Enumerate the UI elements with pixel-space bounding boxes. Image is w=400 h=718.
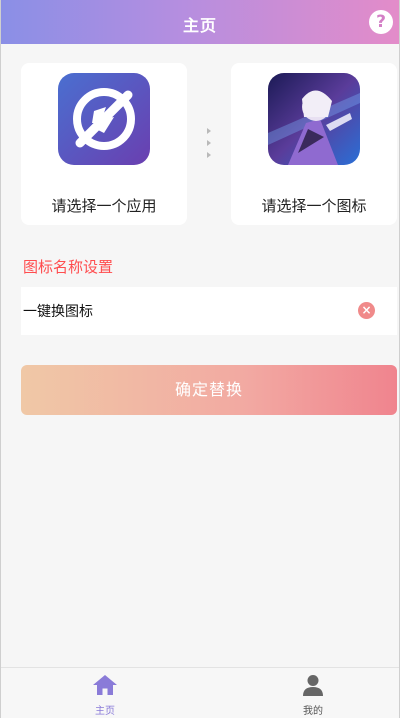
icon-name-section-title: 图标名称设置 bbox=[23, 258, 114, 276]
help-icon[interactable]: ? bbox=[369, 10, 393, 34]
select-app-card[interactable]: 请选择一个应用 bbox=[21, 63, 187, 225]
tab-home-label: 主页 bbox=[95, 706, 115, 717]
confirm-replace-button[interactable]: 确定替换 bbox=[21, 365, 397, 415]
anime-character-image bbox=[268, 73, 360, 165]
tab-mine-label: 我的 bbox=[303, 706, 323, 717]
header-bar: 主页 ? bbox=[1, 0, 399, 44]
home-icon bbox=[93, 675, 117, 695]
app-logo-icon bbox=[58, 73, 150, 165]
arrow-indicator-icon bbox=[207, 128, 213, 164]
page-title: 主页 bbox=[182, 16, 217, 35]
select-icon-label: 请选择一个图标 bbox=[261, 197, 367, 215]
select-app-label: 请选择一个应用 bbox=[51, 197, 157, 215]
select-icon-card[interactable]: 请选择一个图标 bbox=[231, 63, 397, 225]
icon-name-field: × bbox=[21, 287, 397, 335]
clear-circle-icon[interactable]: × bbox=[358, 302, 375, 319]
user-icon bbox=[303, 675, 323, 696]
tab-home[interactable]: 主页 bbox=[75, 674, 135, 717]
tab-mine[interactable]: 我的 bbox=[283, 674, 343, 717]
icon-name-input[interactable] bbox=[21, 287, 343, 335]
bottom-tab-bar: 主页 我的 bbox=[1, 667, 399, 718]
